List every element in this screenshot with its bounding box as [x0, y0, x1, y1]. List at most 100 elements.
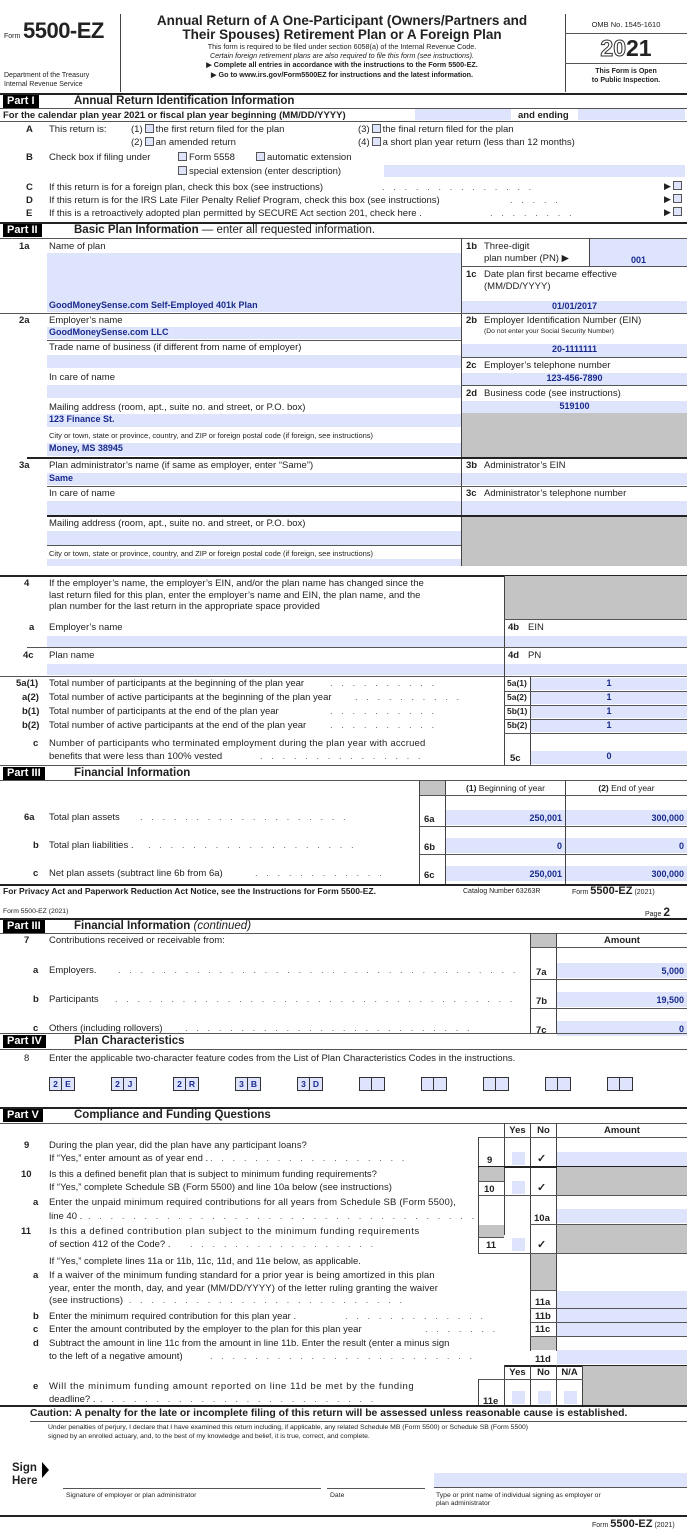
final-return-checkbox[interactable]: [371, 124, 381, 133]
contribution-input[interactable]: 5,000: [557, 963, 687, 978]
plan-code-char[interactable]: [558, 1078, 570, 1090]
plan-code-char[interactable]: R: [186, 1078, 198, 1090]
city-input[interactable]: Money, MS 38945: [47, 443, 461, 456]
special-extension-checkbox[interactable]: [178, 166, 187, 175]
automatic-extension-checkbox[interactable]: [256, 152, 265, 161]
end-year-input[interactable]: 300,000: [566, 810, 687, 825]
plan-code-field[interactable]: 3D: [297, 1077, 323, 1091]
plan-code-field[interactable]: 2R: [173, 1077, 199, 1091]
plan-code-char[interactable]: [434, 1078, 446, 1090]
contribution-input[interactable]: 19,500: [557, 992, 687, 1007]
employer-contribution-input[interactable]: [557, 1323, 687, 1336]
plan-code-field[interactable]: [359, 1077, 385, 1091]
date-line[interactable]: [327, 1488, 425, 1489]
dc-plan-yes-box[interactable]: [512, 1238, 525, 1251]
prev-employer-input[interactable]: [47, 636, 504, 647]
retroactive-plan-checkbox[interactable]: [672, 207, 682, 216]
calendar-label: For the calendar plan year 2021 or fisca…: [3, 110, 346, 121]
plan-code-char[interactable]: [608, 1078, 620, 1090]
prev-plan-name-input[interactable]: [47, 664, 504, 675]
db-plan-no-check[interactable]: ✓: [537, 1181, 546, 1194]
prev-ein-input[interactable]: [505, 636, 687, 647]
participants-count-input[interactable]: 1: [531, 720, 687, 732]
plan-code-char[interactable]: 2: [50, 1078, 62, 1090]
beginning-year-input[interactable]: 0: [446, 838, 565, 853]
beginning-year-input[interactable]: 250,001: [446, 810, 565, 825]
line-b-label: Check box if filing under: [49, 152, 151, 163]
short-year-checkbox[interactable]: [371, 137, 381, 146]
terminated-participants-input[interactable]: 0: [531, 751, 687, 764]
employer-name-input[interactable]: GoodMoneySense.com LLC: [47, 327, 461, 339]
plan-code-char[interactable]: [496, 1078, 508, 1090]
funding-met-na-box[interactable]: [564, 1391, 577, 1404]
plan-code-char[interactable]: [422, 1078, 434, 1090]
plan-code-field[interactable]: 2E: [49, 1077, 75, 1091]
end-year-input[interactable]: 0: [566, 838, 687, 853]
beginning-year-input[interactable]: 250,001: [446, 866, 565, 881]
plan-code-field[interactable]: 2J: [111, 1077, 137, 1091]
mailing-address-input[interactable]: 123 Finance St.: [47, 414, 461, 427]
plan-code-char[interactable]: B: [248, 1078, 260, 1090]
form-5558-checkbox[interactable]: [178, 152, 187, 161]
line-7-box: 7c: [536, 1025, 547, 1036]
foreign-plan-checkbox[interactable]: [672, 181, 682, 190]
plan-code-char[interactable]: [484, 1078, 496, 1090]
late-filer-checkbox[interactable]: [672, 194, 682, 203]
plan-code-char[interactable]: 2: [174, 1078, 186, 1090]
waiver-date-input[interactable]: [557, 1291, 687, 1308]
plan-code-char[interactable]: [360, 1078, 372, 1090]
plan-number-input[interactable]: 001: [590, 239, 687, 266]
amended-return-checkbox[interactable]: [144, 137, 154, 146]
plan-code-field[interactable]: [545, 1077, 571, 1091]
funding-met-no-box[interactable]: [538, 1391, 551, 1404]
first-return-checkbox[interactable]: [144, 124, 154, 133]
prev-pn-input[interactable]: [505, 664, 687, 675]
end-year-input[interactable]: 300,000: [566, 866, 687, 881]
plan-code-char[interactable]: 3: [236, 1078, 248, 1090]
plan-code-field[interactable]: 3B: [235, 1077, 261, 1091]
plan-code-char[interactable]: [546, 1078, 558, 1090]
plan-code-char[interactable]: [372, 1078, 384, 1090]
dc-plan-no-check[interactable]: ✓: [537, 1238, 546, 1251]
admin-care-of-input[interactable]: [47, 501, 461, 515]
care-of-input[interactable]: [47, 385, 461, 398]
admin-city-input[interactable]: [47, 559, 461, 566]
loans-amount-input[interactable]: [557, 1152, 687, 1166]
plan-code-field[interactable]: [421, 1077, 447, 1091]
plan-code-char[interactable]: J: [124, 1078, 136, 1090]
admin-mailing-input[interactable]: [47, 531, 461, 545]
plan-code-char[interactable]: E: [62, 1078, 74, 1090]
db-plan-yes-box[interactable]: [512, 1181, 525, 1194]
unpaid-contributions-input[interactable]: [557, 1209, 687, 1223]
loans-yes-box[interactable]: [512, 1152, 525, 1165]
plan-code-char[interactable]: 3: [298, 1078, 310, 1090]
plan-code-char[interactable]: 2: [112, 1078, 124, 1090]
line-11b-num: b: [33, 1311, 39, 1322]
ein-input[interactable]: 20-1111111: [462, 344, 687, 357]
min-contribution-input[interactable]: [557, 1309, 687, 1322]
participants-count-input[interactable]: 1: [531, 706, 687, 718]
participants-count-input[interactable]: 1: [531, 692, 687, 704]
participants-count-input[interactable]: 1: [531, 678, 687, 690]
plan-code-char[interactable]: [620, 1078, 632, 1090]
funding-met-yes-box[interactable]: [512, 1391, 525, 1404]
difference-input[interactable]: [557, 1350, 687, 1364]
signer-name-input[interactable]: [434, 1473, 687, 1488]
plan-year-end-input[interactable]: [578, 109, 685, 120]
business-code-input[interactable]: 519100: [462, 401, 687, 413]
special-extension-description-input[interactable]: [384, 165, 685, 177]
part-1-title: Annual Return Identification Information: [74, 95, 295, 107]
admin-name-input[interactable]: Same: [47, 473, 461, 485]
plan-code-field[interactable]: [607, 1077, 633, 1091]
loans-no-check[interactable]: ✓: [537, 1152, 546, 1165]
plan-code-field[interactable]: [483, 1077, 509, 1091]
effective-date-input[interactable]: 01/01/2017: [462, 301, 687, 313]
phone-input[interactable]: 123-456-7890: [462, 373, 687, 385]
signature-line[interactable]: [63, 1488, 321, 1489]
plan-year-begin-input[interactable]: [415, 109, 511, 120]
plan-name-input[interactable]: GoodMoneySense.com Self-Employed 401k Pl…: [47, 253, 461, 312]
trade-name-input[interactable]: [47, 355, 461, 368]
admin-ein-input[interactable]: [462, 473, 687, 485]
admin-phone-input[interactable]: [462, 501, 687, 515]
plan-code-char[interactable]: D: [310, 1078, 322, 1090]
